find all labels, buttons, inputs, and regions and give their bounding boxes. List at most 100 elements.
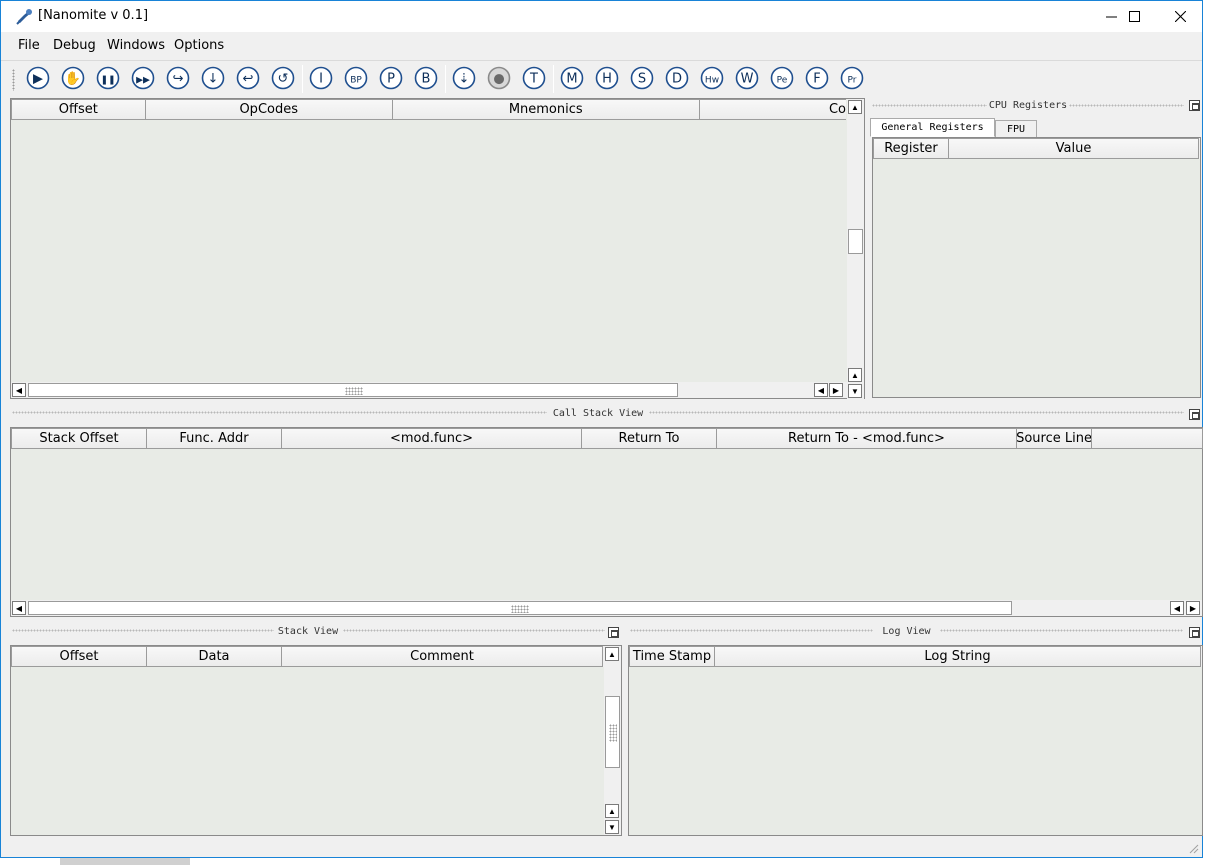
info-icon: I xyxy=(309,66,333,90)
disassembly-view: Offset OpCodes Mnemonics Co ◀ ◀ ▶ ▲ ▲ ▼ xyxy=(10,98,865,399)
process-button[interactable]: P xyxy=(379,66,403,90)
breakpoint-icon: BP xyxy=(344,66,368,90)
col-opcodes[interactable]: OpCodes xyxy=(144,99,393,120)
svg-text:↓: ↓ xyxy=(208,72,219,87)
col-time-stamp[interactable]: Time Stamp xyxy=(629,646,715,667)
col-empty xyxy=(1091,428,1203,449)
breakpoint-button[interactable]: BP xyxy=(344,66,368,90)
svg-text:Hw: Hw xyxy=(705,76,719,86)
run-icon: ▶ xyxy=(26,66,50,90)
stack-view-vscrollbar[interactable]: ▲ ▲ ▼ xyxy=(604,646,621,835)
dbgstring-button[interactable]: D xyxy=(665,66,689,90)
plugin-button[interactable]: ● xyxy=(487,66,511,90)
info-button[interactable]: I xyxy=(309,66,333,90)
disassembly-vscrollbar[interactable]: ▲ ▲ ▼ xyxy=(847,99,864,399)
col-log-string[interactable]: Log String xyxy=(714,646,1201,667)
col-comment[interactable]: Comment xyxy=(281,646,603,667)
toolbar-grip[interactable] xyxy=(12,69,15,91)
col-func-addr[interactable]: Func. Addr xyxy=(146,428,282,449)
col-stack-offset[interactable]: Stack Offset xyxy=(11,428,147,449)
registers-table: Register Value xyxy=(872,137,1201,398)
menu-windows[interactable]: Windows xyxy=(107,38,165,53)
menu-debug[interactable]: Debug xyxy=(53,38,96,53)
svg-text:BP: BP xyxy=(350,76,362,86)
scroll-up-icon[interactable]: ▲ xyxy=(848,100,862,114)
col-register[interactable]: Register xyxy=(873,138,949,159)
main-window: [Nanomite v 0.1] File Debug Windows Opti… xyxy=(0,0,1203,858)
scroll-right-icon[interactable]: ▶ xyxy=(829,383,843,397)
tab-fpu[interactable]: FPU xyxy=(995,120,1037,138)
col-return-to[interactable]: Return To xyxy=(581,428,717,449)
fast-forward-button[interactable]: ▶▶ xyxy=(131,66,155,90)
float-icon[interactable] xyxy=(1189,100,1200,111)
threads-icon: T xyxy=(522,66,546,90)
fast-forward-icon: ▶▶ xyxy=(131,66,155,90)
vscroll-thumb[interactable] xyxy=(605,696,620,768)
col-value[interactable]: Value xyxy=(948,138,1199,159)
handles-button[interactable]: H xyxy=(595,66,619,90)
svg-text:Pr: Pr xyxy=(848,76,857,86)
step-back-button[interactable]: ↩ xyxy=(236,66,260,90)
b-button[interactable]: B xyxy=(414,66,438,90)
pe-button[interactable]: Pe xyxy=(770,66,794,90)
toolbar: ▶ ✋ ❚❚ ▶▶ ↪ ↓ ↩ ↺ I BP P B ⇣ ● T M H S D Hw W Pe F Pr xyxy=(1,60,1202,96)
scroll-left-icon[interactable]: ◀ xyxy=(12,601,26,615)
windows-button[interactable]: W xyxy=(735,66,759,90)
svg-text:✋: ✋ xyxy=(65,71,81,87)
memory-button[interactable]: M xyxy=(560,66,584,90)
scroll-left-icon[interactable]: ◀ xyxy=(12,383,26,397)
step-out-button[interactable]: ↺ xyxy=(271,66,295,90)
scroll-thumb[interactable] xyxy=(28,601,1012,615)
strings-button[interactable]: S xyxy=(630,66,654,90)
functions-button[interactable]: F xyxy=(805,66,829,90)
step-over-button[interactable]: ↪ xyxy=(166,66,190,90)
col-mnemonics[interactable]: Mnemonics xyxy=(391,99,700,120)
col-return-to-mod-func[interactable]: Return To - <mod.func> xyxy=(716,428,1017,449)
col-mod-func[interactable]: <mod.func> xyxy=(281,428,582,449)
title-bar: [Nanomite v 0.1] xyxy=(1,1,1202,32)
tab-general-registers[interactable]: General Registers xyxy=(870,118,995,137)
pause-button[interactable]: ❚❚ xyxy=(96,66,120,90)
svg-text:●: ● xyxy=(493,72,504,87)
col-data[interactable]: Data xyxy=(146,646,282,667)
vscroll-thumb[interactable] xyxy=(848,229,863,254)
disassembly-hscrollbar[interactable]: ◀ ◀ ▶ xyxy=(11,382,847,398)
step-out-icon: ↺ xyxy=(271,66,295,90)
float-icon[interactable] xyxy=(608,627,619,638)
float-icon[interactable] xyxy=(1189,627,1200,638)
menu-file[interactable]: File xyxy=(18,38,40,53)
scroll-up-icon[interactable]: ▲ xyxy=(848,368,862,382)
svg-text:▶: ▶ xyxy=(33,72,43,87)
hw-breakpoint-button[interactable]: Hw xyxy=(700,66,724,90)
call-stack-hscrollbar[interactable]: ◀ ◀ ▶ xyxy=(11,600,1202,616)
step-into-button[interactable]: ↓ xyxy=(201,66,225,90)
cpu-registers-title: CPU Registers xyxy=(988,100,1068,111)
col-comment[interactable]: Co xyxy=(698,99,846,120)
scroll-up-icon[interactable]: ▲ xyxy=(605,804,619,818)
scroll-left-icon[interactable]: ◀ xyxy=(1170,601,1184,615)
threads-button[interactable]: T xyxy=(522,66,546,90)
maximize-button[interactable] xyxy=(1111,1,1157,32)
dump-button[interactable]: ⇣ xyxy=(452,66,476,90)
scroll-down-icon[interactable]: ▼ xyxy=(605,820,619,834)
svg-text:F: F xyxy=(813,72,820,87)
menu-options[interactable]: Options xyxy=(174,38,224,53)
col-offset[interactable]: Offset xyxy=(11,99,146,120)
scroll-up-icon[interactable]: ▲ xyxy=(605,647,619,661)
hand-button[interactable]: ✋ xyxy=(61,66,85,90)
scroll-thumb[interactable] xyxy=(28,383,678,397)
close-button[interactable] xyxy=(1157,1,1203,32)
dbgstring-icon: D xyxy=(665,66,689,90)
col-offset[interactable]: Offset xyxy=(11,646,147,667)
scroll-left-icon[interactable]: ◀ xyxy=(814,383,828,397)
float-icon[interactable] xyxy=(1189,409,1200,420)
run-button[interactable]: ▶ xyxy=(26,66,50,90)
scroll-right-icon[interactable]: ▶ xyxy=(1186,601,1200,615)
resize-grip-icon[interactable] xyxy=(1187,842,1199,854)
scroll-down-icon[interactable]: ▼ xyxy=(848,384,862,398)
svg-text:T: T xyxy=(529,72,538,87)
toolbar-separator xyxy=(302,65,303,93)
col-source-line[interactable]: Source Line xyxy=(1016,428,1092,449)
privilege-button[interactable]: Pr xyxy=(840,66,864,90)
stack-view-table: Offset Data Comment ▲ ▲ ▼ xyxy=(10,645,622,836)
